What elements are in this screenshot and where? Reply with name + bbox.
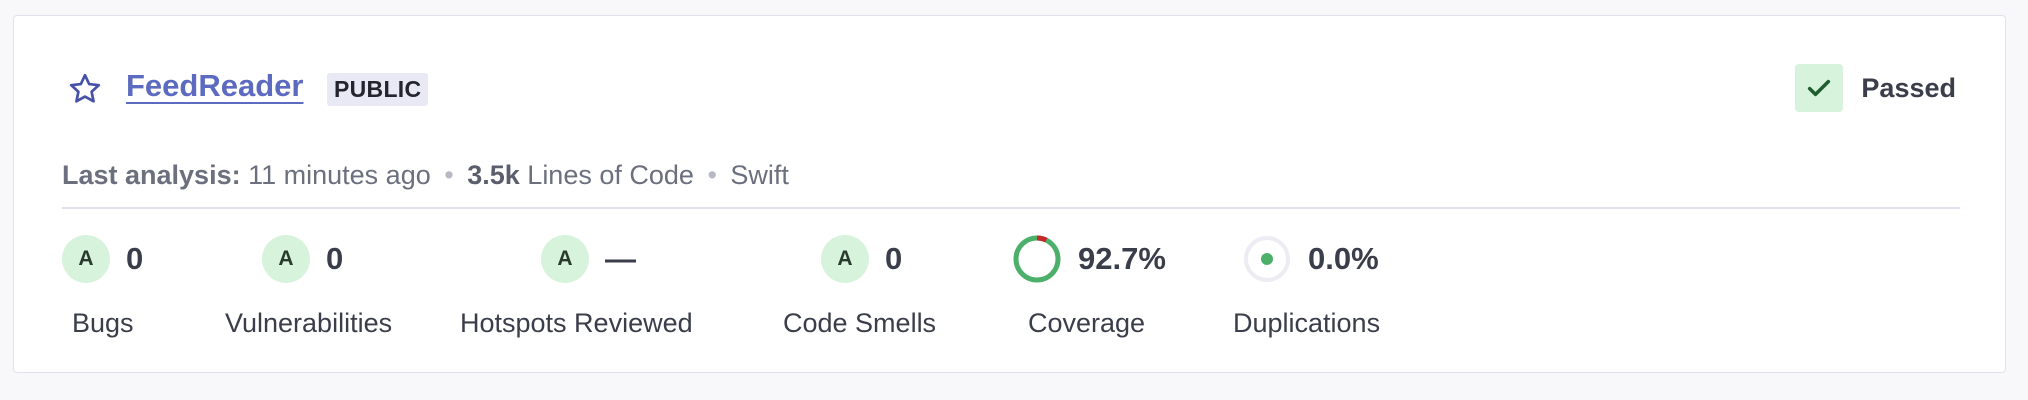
project-card: FeedReader PUBLIC Passed Last analysis: … (13, 15, 2006, 373)
star-icon[interactable] (67, 71, 103, 107)
last-analysis-value: 11 minutes ago (248, 160, 431, 190)
metric-code-smells[interactable]: A 0 Code Smells (783, 234, 936, 354)
duplications-value[interactable]: 0.0% (1308, 241, 1379, 277)
separator: • (444, 160, 454, 190)
project-header: FeedReader PUBLIC Passed (14, 16, 2005, 146)
last-analysis-label: Last analysis: (62, 160, 241, 190)
loc-value: 3.5k (467, 160, 520, 190)
divider (62, 207, 1960, 209)
vulnerabilities-rating-badge: A (262, 235, 310, 283)
code-smells-label: Code Smells (783, 308, 937, 338)
loc-label: Lines of Code (527, 160, 694, 190)
coverage-label: Coverage (1028, 308, 1146, 338)
bugs-value[interactable]: 0 (126, 241, 143, 277)
duplications-indicator-icon (1244, 236, 1290, 282)
separator: • (707, 160, 717, 190)
coverage-value[interactable]: 92.7% (1078, 241, 1166, 277)
duplications-label: Duplications (1233, 308, 1381, 338)
check-icon (1795, 64, 1844, 112)
vulnerabilities-value[interactable]: 0 (326, 241, 343, 277)
hotspots-rating-badge: A (541, 235, 589, 283)
hotspots-value[interactable]: — (605, 241, 636, 277)
bugs-label: Bugs (72, 308, 134, 338)
coverage-gauge-icon (1013, 235, 1061, 283)
code-smells-value[interactable]: 0 (885, 241, 902, 277)
bugs-rating-badge: A (62, 235, 110, 283)
metric-coverage[interactable]: 92.7% Coverage (1012, 234, 1166, 354)
vulnerabilities-label: Vulnerabilities (225, 308, 393, 338)
metric-hotspots[interactable]: A — Hotspots Reviewed (460, 234, 693, 354)
hotspots-label: Hotspots Reviewed (460, 308, 693, 338)
language: Swift (730, 160, 789, 190)
code-smells-rating-badge: A (821, 235, 869, 283)
project-name-link[interactable]: FeedReader (126, 68, 303, 104)
metric-bugs[interactable]: A 0 Bugs (62, 234, 143, 354)
visibility-badge: PUBLIC (327, 73, 429, 106)
metric-duplications[interactable]: 0.0% Duplications (1233, 234, 1380, 354)
metric-vulnerabilities[interactable]: A 0 Vulnerabilities (225, 234, 392, 354)
quality-gate-status[interactable]: Passed (1795, 63, 1956, 113)
quality-gate-label: Passed (1861, 72, 1956, 103)
analysis-meta: Last analysis: 11 minutes ago • 3.5k Lin… (62, 160, 789, 191)
